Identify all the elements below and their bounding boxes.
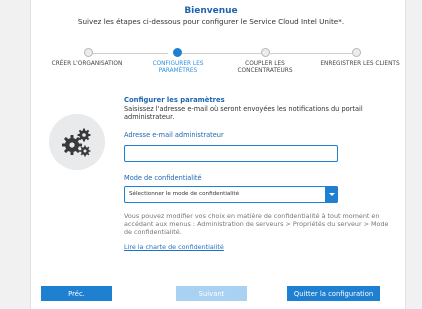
- step-label-configure-settings: CONFIGURER LES PARAMÈTRES: [152, 61, 204, 74]
- privacy-policy-link[interactable]: Lire la charte de confidentialité: [124, 243, 224, 251]
- step-dot-pair-hubs: [261, 48, 270, 57]
- step-label-create-org: CRÉER L'ORGANISATION: [51, 61, 123, 67]
- previous-button[interactable]: Préc.: [41, 286, 112, 301]
- chevron-down-icon[interactable]: [325, 186, 338, 203]
- section-description: Saisissez l'adresse e-mail où seront env…: [124, 105, 363, 121]
- section-title: Configurer les paramètres: [124, 96, 225, 104]
- progress-line-2: [182, 53, 261, 54]
- step-label-pair-hubs: COUPLER LES CONCENTRATEURS: [237, 61, 293, 74]
- email-label: Adresse e-mail administrateur: [124, 131, 224, 139]
- next-button[interactable]: Suivant: [176, 286, 247, 301]
- progress-line-1: [93, 53, 168, 54]
- step-dot-create-org: [84, 48, 93, 57]
- gears-icon: [62, 128, 91, 157]
- privacy-mode-select[interactable]: Sélectionner le mode de confidentialité: [124, 186, 338, 203]
- privacy-mode-selected-value: Sélectionner le mode de confidentialité: [129, 191, 240, 197]
- step-label-register-clients: ENREGISTRER LES CLIENTS: [320, 61, 400, 67]
- privacy-mode-label: Mode de confidentialité: [124, 174, 202, 182]
- step-dot-configure-settings: [173, 48, 182, 57]
- page-title: Bienvenue: [184, 6, 238, 16]
- page-subtitle: Suivez les étapes ci-dessous pour config…: [77, 17, 345, 26]
- quit-setup-button[interactable]: Quitter la configuration: [287, 286, 380, 301]
- privacy-note: Vous pouvez modifier vos choix en matièr…: [124, 212, 389, 236]
- step-dot-register-clients: [352, 48, 361, 57]
- settings-illustration: [49, 114, 105, 170]
- admin-email-input[interactable]: [124, 145, 338, 162]
- progress-line-3: [270, 53, 352, 54]
